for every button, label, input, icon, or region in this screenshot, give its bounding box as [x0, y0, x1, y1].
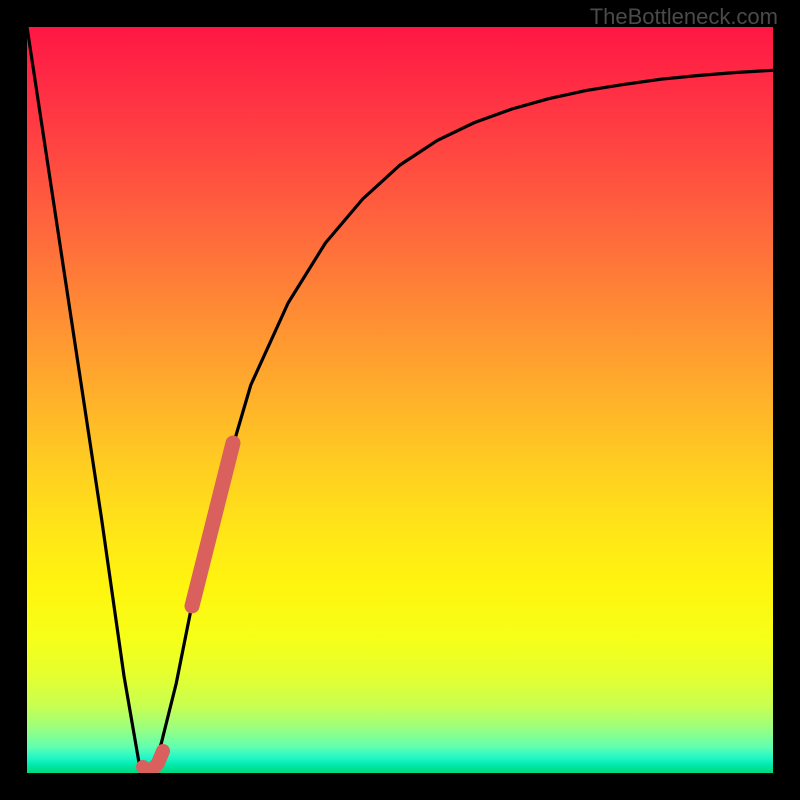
- plot-area: [27, 27, 773, 773]
- chart-svg: [27, 27, 773, 773]
- marker-rising-segment-icon: [192, 443, 233, 606]
- marker-j-hook-icon: [143, 751, 163, 770]
- watermark-text: TheBottleneck.com: [590, 4, 778, 30]
- bottleneck-curve: [27, 27, 773, 769]
